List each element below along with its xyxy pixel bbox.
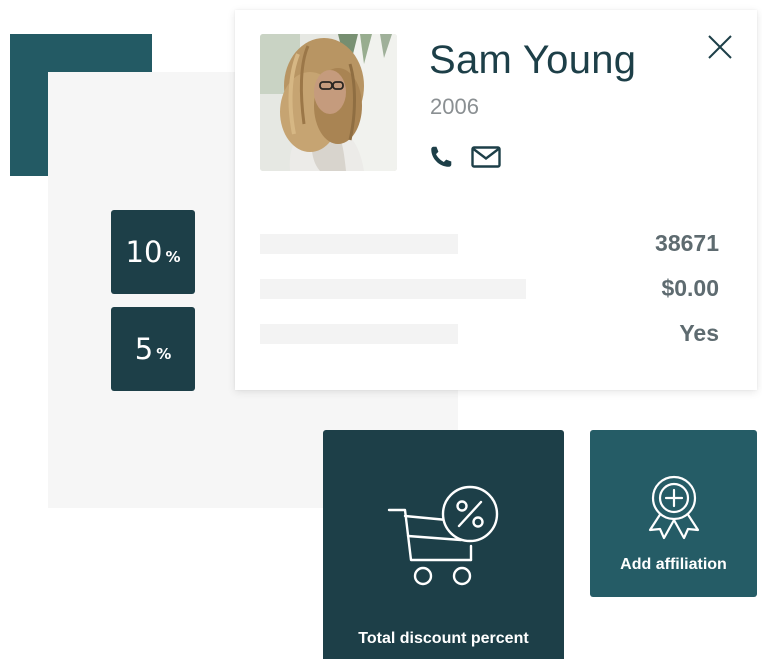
discount-unit: %	[156, 344, 172, 363]
award-badge-plus-icon	[648, 475, 700, 540]
profile-card: Sam Young 2006 38671 $0.00 Yes	[235, 10, 757, 390]
profile-photo	[260, 34, 397, 171]
close-icon[interactable]	[705, 32, 735, 62]
stat-value-status: Yes	[679, 320, 719, 346]
add-affiliation-button[interactable]: Add affiliation	[590, 430, 757, 597]
placeholder-bar	[260, 279, 526, 299]
add-affiliation-label: Add affiliation	[620, 556, 727, 573]
placeholder-bar	[260, 324, 458, 344]
profile-photo-image	[260, 34, 397, 171]
discount-tile-10[interactable]: 10 %	[111, 210, 195, 294]
discount-tile-5[interactable]: 5 %	[111, 307, 195, 391]
phone-icon[interactable]	[428, 144, 454, 170]
total-discount-percent-button[interactable]: Total discount percent	[323, 430, 564, 659]
discount-value: 5	[134, 332, 154, 366]
stat-value-balance: $0.00	[661, 275, 719, 301]
discount-value: 10	[125, 235, 163, 269]
mail-icon[interactable]	[471, 144, 501, 170]
cart-percent-icon	[387, 485, 499, 586]
stat-value-points: 38671	[655, 230, 719, 256]
placeholder-bar	[260, 234, 458, 254]
discount-unit: %	[165, 247, 181, 266]
profile-name: Sam Young	[429, 38, 637, 82]
profile-year: 2006	[430, 94, 479, 119]
total-discount-percent-label: Total discount percent	[358, 630, 529, 647]
